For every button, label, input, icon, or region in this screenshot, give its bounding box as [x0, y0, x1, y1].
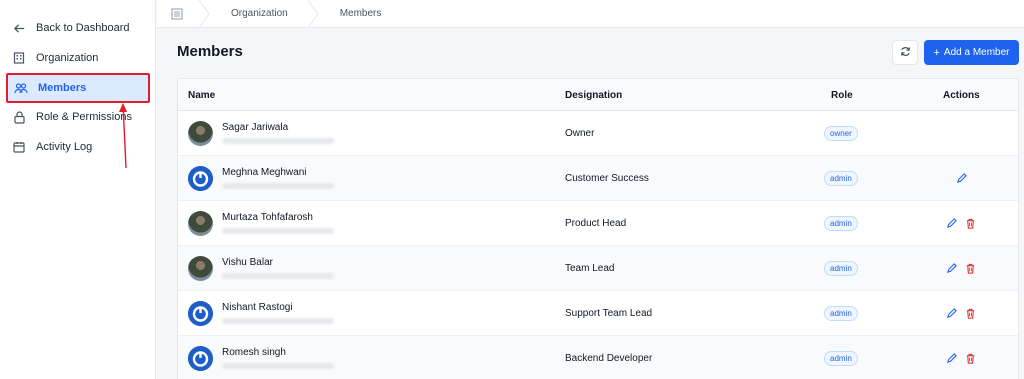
- avatar: [188, 166, 213, 191]
- role-badge: admin: [824, 351, 858, 366]
- member-name: Murtaza Tohfafarosh: [222, 212, 313, 223]
- member-designation: Customer Success: [565, 173, 649, 184]
- trash-icon[interactable]: [963, 351, 977, 365]
- sidebar-item-label: Activity Log: [36, 141, 93, 153]
- table-row: Romesh singh Backend Developer admin: [178, 336, 1018, 379]
- column-header-designation: Designation: [565, 89, 623, 101]
- member-email-redacted: [222, 363, 334, 369]
- edit-icon[interactable]: [954, 171, 968, 185]
- member-designation: Support Team Lead: [565, 308, 653, 319]
- refresh-icon: [900, 44, 911, 62]
- member-email-redacted: [222, 318, 334, 324]
- building-icon: [12, 51, 26, 65]
- users-icon: [14, 81, 28, 95]
- org-logo-icon: [188, 166, 213, 191]
- table-row: Sagar Jariwala Owner owner: [178, 111, 1018, 156]
- member-designation: Owner: [565, 128, 595, 139]
- column-header-name: Name: [188, 89, 216, 101]
- edit-icon[interactable]: [944, 351, 958, 365]
- member-name: Vishu Balar: [222, 257, 273, 268]
- breadcrumb-item-members: Members: [339, 8, 382, 19]
- plus-icon: +: [933, 46, 940, 59]
- role-badge: admin: [824, 306, 858, 321]
- column-header-actions: Actions: [943, 89, 980, 101]
- role-badge: owner: [824, 126, 858, 141]
- table-row: Murtaza Tohfafarosh Product Head admin: [178, 201, 1018, 246]
- sidebar-item-back-to-dashboard[interactable]: Back to Dashboard: [6, 13, 150, 43]
- sidebar-item-label: Members: [38, 82, 87, 94]
- table-row: Nishant Rastogi Support Team Lead admin: [178, 291, 1018, 336]
- edit-icon[interactable]: [944, 261, 958, 275]
- avatar: [188, 256, 213, 281]
- add-member-button-label: Add a Member: [943, 47, 1010, 58]
- member-email-redacted: [222, 138, 334, 144]
- table-header: Name Designation Role Actions: [178, 79, 1018, 111]
- refresh-button[interactable]: [892, 40, 918, 65]
- breadcrumb: Organization Members: [157, 0, 1024, 28]
- arrow-left-icon: [12, 21, 26, 35]
- member-email-redacted: [222, 273, 334, 279]
- breadcrumb-item-organization[interactable]: Organization: [211, 0, 306, 28]
- avatar: [188, 211, 213, 236]
- trash-icon[interactable]: [963, 261, 977, 275]
- avatar: [188, 346, 213, 371]
- member-email-redacted: [222, 228, 334, 234]
- trash-icon[interactable]: [963, 306, 977, 320]
- org-logo-icon: [188, 346, 213, 371]
- sidebar-item-label: Organization: [36, 52, 99, 64]
- sidebar-item-label: Role & Permissions: [36, 111, 132, 123]
- role-badge: admin: [824, 216, 858, 231]
- member-designation: Backend Developer: [565, 353, 653, 364]
- edit-icon[interactable]: [944, 306, 958, 320]
- members-table: Name Designation Role Actions Sagar Jari…: [177, 78, 1019, 379]
- lock-icon: [12, 110, 26, 124]
- column-header-role: Role: [831, 89, 853, 101]
- calendar-icon: [12, 140, 26, 154]
- sidebar-item-role-permissions[interactable]: Role & Permissions: [6, 102, 150, 132]
- table-row: Meghna Meghwani Customer Success admin: [178, 156, 1018, 201]
- member-name: Nishant Rastogi: [222, 302, 293, 313]
- sidebar-item-organization[interactable]: Organization: [6, 43, 150, 73]
- role-badge: admin: [824, 261, 858, 276]
- edit-icon[interactable]: [944, 216, 958, 230]
- member-designation: Product Head: [565, 218, 627, 229]
- add-member-button[interactable]: + Add a Member: [924, 40, 1019, 65]
- member-email-redacted: [222, 183, 334, 189]
- avatar: [188, 121, 213, 146]
- home-icon[interactable]: [157, 0, 197, 28]
- member-name: Romesh singh: [222, 347, 286, 358]
- chevron-right-icon: [307, 0, 319, 28]
- member-designation: Team Lead: [565, 263, 615, 274]
- table-row: Vishu Balar Team Lead admin: [178, 246, 1018, 291]
- member-name: Meghna Meghwani: [222, 167, 307, 178]
- org-logo-icon: [188, 301, 213, 326]
- sidebar-item-members[interactable]: Members: [6, 73, 150, 103]
- sidebar: Back to Dashboard Organization Members R…: [0, 0, 156, 379]
- chevron-right-icon: [198, 0, 210, 28]
- member-name: Sagar Jariwala: [222, 122, 289, 133]
- page-title: Members: [177, 43, 243, 60]
- trash-icon[interactable]: [963, 216, 977, 230]
- sidebar-item-activity-log[interactable]: Activity Log: [6, 132, 150, 162]
- role-badge: admin: [824, 171, 858, 186]
- avatar: [188, 301, 213, 326]
- sidebar-item-label: Back to Dashboard: [36, 22, 130, 34]
